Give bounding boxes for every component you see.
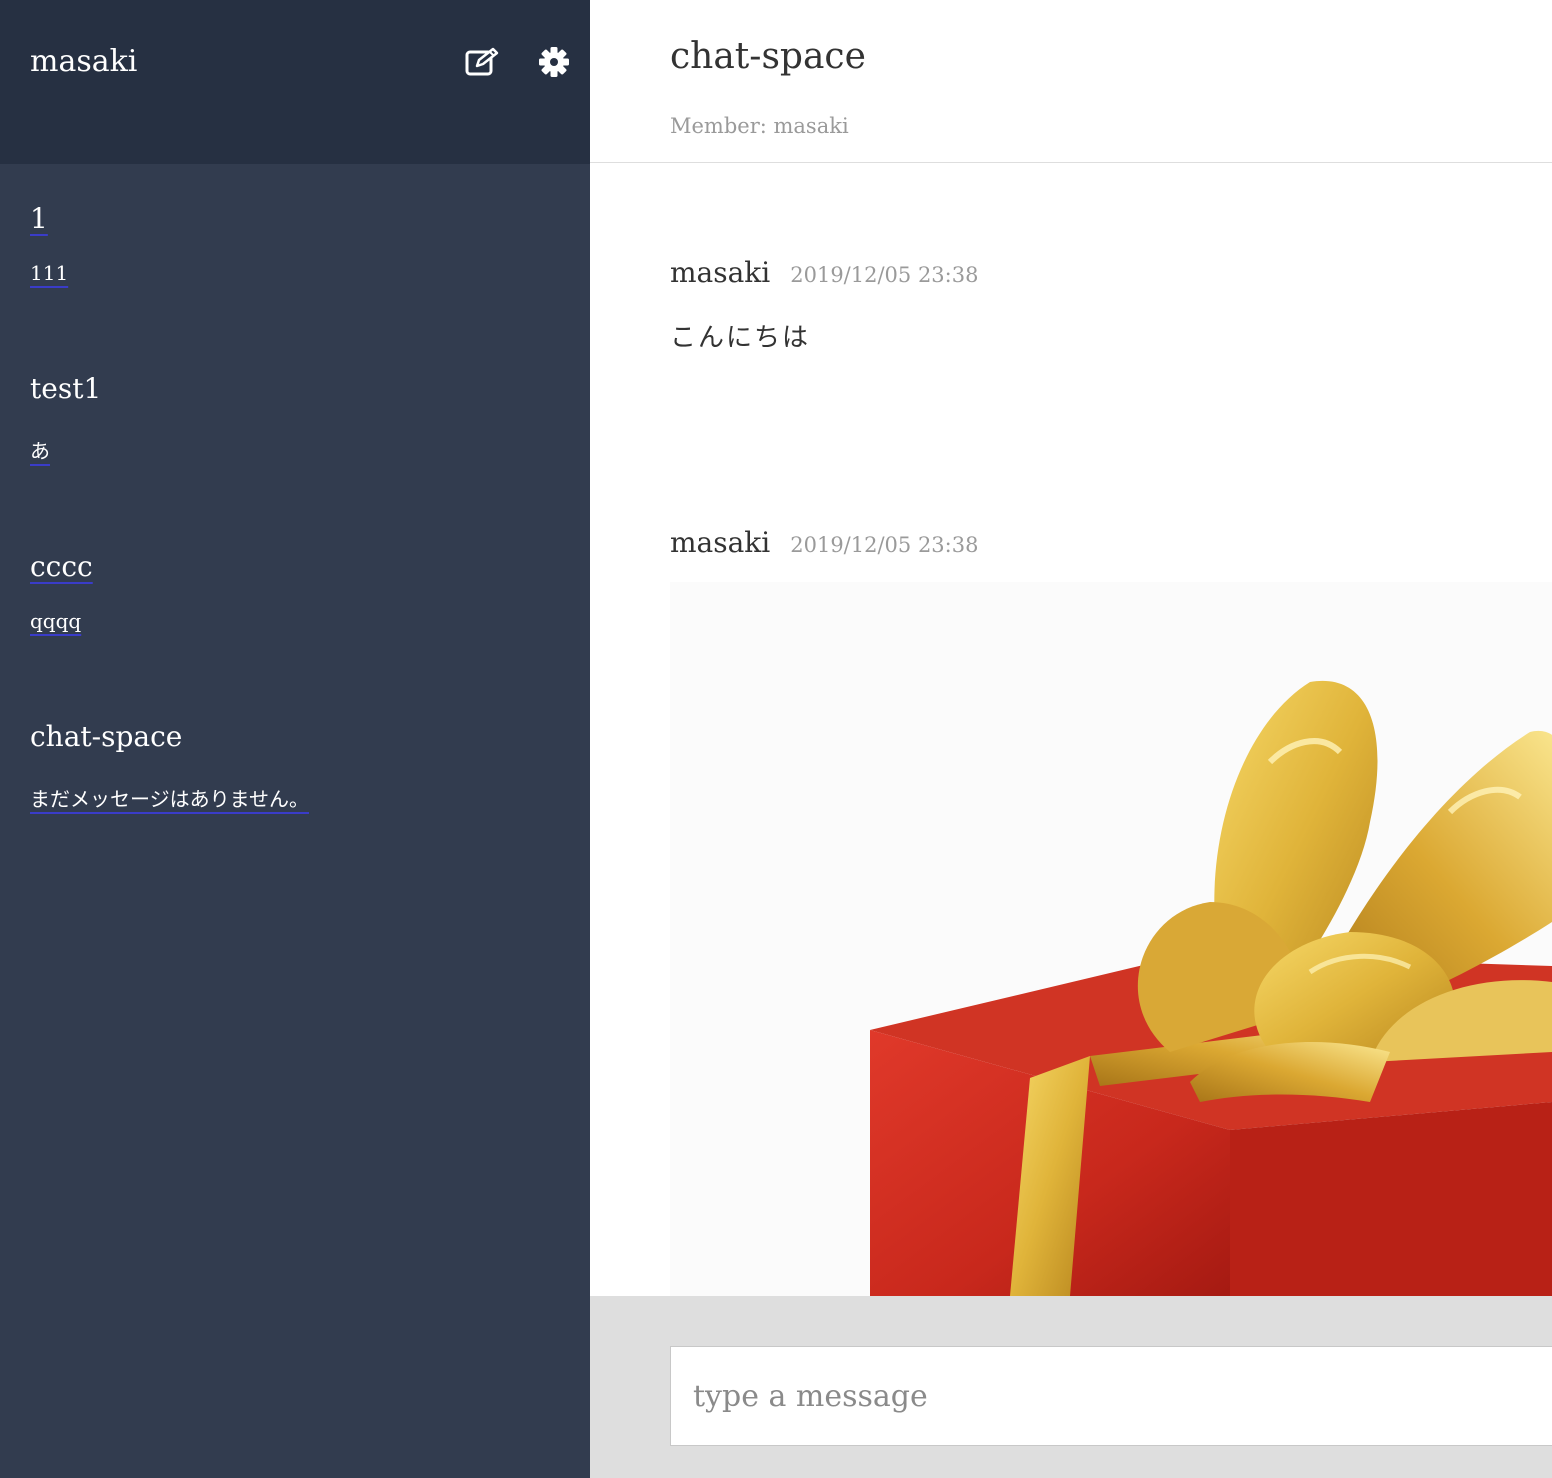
- group-item[interactable]: cccc qqqq: [30, 550, 93, 633]
- message-user: masaki: [670, 256, 771, 289]
- chat-app: masaki 1 111 test1 あ cccc qqqq chat-spac…: [0, 0, 1552, 1478]
- gear-icon[interactable]: [536, 44, 572, 80]
- message-text: こんにちは: [670, 323, 811, 353]
- main-chat: chat-space Member: masaki masaki 2019/12…: [590, 0, 1552, 1478]
- group-name: cccc: [30, 550, 93, 583]
- group-last-message: あ: [30, 439, 50, 463]
- group-title: chat-space: [670, 36, 866, 77]
- sidebar-header: masaki: [0, 0, 590, 164]
- group-last-message: qqqq: [30, 609, 82, 633]
- group-item[interactable]: test1 あ: [30, 372, 101, 464]
- header-icons: [464, 44, 572, 80]
- group-name: 1: [30, 202, 48, 235]
- message-date: 2019/12/05 23:38: [790, 533, 979, 557]
- member-list: Member: masaki: [670, 114, 849, 138]
- main-header: chat-space Member: masaki: [590, 0, 1552, 163]
- message-user: masaki: [670, 526, 771, 559]
- message-input[interactable]: [670, 1346, 1552, 1446]
- group-name: chat-space: [30, 720, 183, 753]
- message-date: 2019/12/05 23:38: [790, 263, 979, 287]
- message: masaki 2019/12/05 23:38 こんにちは: [670, 256, 978, 354]
- message-info: masaki 2019/12/05 23:38: [670, 526, 978, 559]
- group-last-message: まだメッセージはありません。: [30, 787, 309, 811]
- group-name: test1: [30, 372, 102, 405]
- edit-icon[interactable]: [464, 44, 500, 80]
- message-info: masaki 2019/12/05 23:38: [670, 256, 978, 289]
- group-last-message: 111: [30, 261, 69, 285]
- message: masaki 2019/12/05 23:38: [670, 526, 978, 559]
- message-list: masaki 2019/12/05 23:38 こんにちは masaki 201…: [590, 164, 1552, 1296]
- sidebar: masaki 1 111 test1 あ cccc qqqq chat-spac…: [0, 0, 590, 1478]
- group-item[interactable]: chat-space まだメッセージはありません。: [30, 720, 309, 812]
- group-item[interactable]: 1 111: [30, 202, 68, 285]
- current-user-name: masaki: [30, 44, 138, 79]
- gift-box-image: [670, 582, 1552, 1296]
- message-form: [590, 1296, 1552, 1478]
